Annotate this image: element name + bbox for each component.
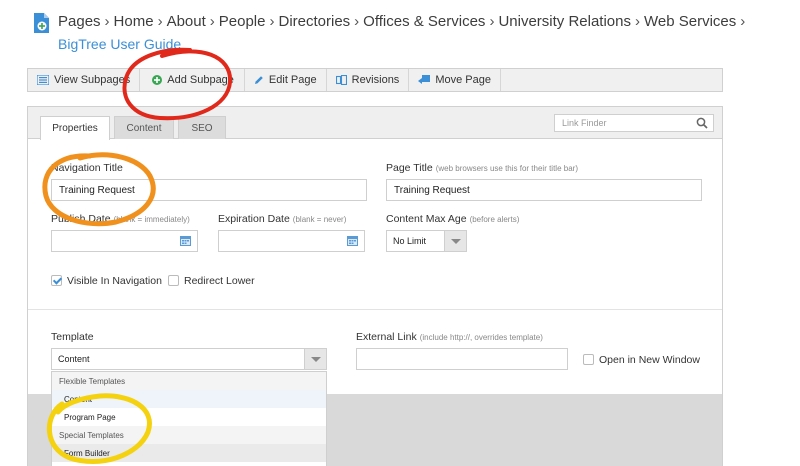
open-new-window-checkbox[interactable]: [583, 354, 594, 365]
breadcrumb-item[interactable]: Home: [114, 13, 154, 30]
link-finder-placeholder: Link Finder: [562, 118, 607, 128]
visible-in-nav-checkbox[interactable]: [51, 275, 62, 286]
page-add-icon: [34, 13, 49, 33]
external-link-label: External Link (include http://, overrides…: [356, 331, 543, 343]
tab-properties[interactable]: Properties: [40, 116, 110, 140]
revisions-button[interactable]: Revisions: [327, 69, 410, 91]
breadcrumb-item[interactable]: About: [167, 13, 206, 30]
dropdown-option-form-builder[interactable]: Form Builder: [52, 444, 326, 462]
template-label: Template: [51, 331, 94, 343]
content-max-age-label: Content Max Age (before alerts): [386, 213, 520, 225]
add-subpage-button[interactable]: Add Subpage: [140, 69, 245, 91]
page-title-value: Training Request: [394, 184, 470, 196]
tab-seo[interactable]: SEO: [178, 116, 226, 139]
breadcrumb-item[interactable]: University Relations: [498, 13, 631, 30]
dropdown-option-content[interactable]: Content: [52, 390, 326, 408]
external-link-field[interactable]: [356, 348, 568, 370]
breadcrumb: Pages › Home › About › People › Directories › Offi…: [58, 13, 778, 31]
nav-title-label: Navigation Title: [51, 162, 123, 174]
redirect-lower-label: Redirect Lower: [184, 275, 255, 287]
view-subpages-label: View Subpages: [54, 74, 131, 86]
nav-title-value: Training Request: [59, 184, 135, 196]
breadcrumb-separator: ›: [634, 13, 640, 30]
chevron-down-icon: [304, 349, 326, 369]
edit-page-label: Edit Page: [268, 74, 317, 86]
plus-circle-icon: [152, 75, 163, 85]
tab-bar: Properties Content SEO Link Finder: [28, 107, 722, 140]
pencil-icon: [254, 76, 263, 84]
edit-page-button[interactable]: Edit Page: [245, 69, 327, 91]
chevron-down-icon: [444, 231, 466, 251]
breadcrumb-item[interactable]: People: [219, 13, 266, 30]
nav-title-field[interactable]: Training Request: [51, 179, 367, 201]
template-select[interactable]: Content: [51, 348, 327, 370]
expiration-date-hint: (blank = never): [292, 215, 347, 224]
link-finder-input[interactable]: Link Finder: [554, 114, 714, 132]
expiration-date-label: Expiration Date (blank = never): [218, 213, 347, 225]
current-page-title[interactable]: BigTree User Guide: [58, 36, 181, 52]
view-subpages-button[interactable]: View Subpages: [28, 69, 141, 91]
move-page-label: Move Page: [435, 74, 491, 86]
breadcrumb-separator: ›: [489, 13, 495, 30]
publish-date-field[interactable]: [51, 230, 198, 252]
template-value: Content: [58, 354, 90, 364]
breadcrumb-item[interactable]: Offices & Services: [363, 13, 485, 30]
content-max-age-select[interactable]: No Limit: [386, 230, 467, 252]
search-icon: [696, 117, 708, 129]
tab-content[interactable]: Content: [114, 116, 174, 139]
breadcrumb-separator: ›: [209, 13, 215, 30]
breadcrumb-item[interactable]: Pages: [58, 13, 101, 30]
move-icon: [418, 75, 431, 84]
dropdown-option-program-page[interactable]: Program Page: [52, 408, 326, 426]
page-toolbar: View Subpages Add Subpage Edit Page Revi…: [27, 68, 723, 92]
list-icon: [37, 75, 49, 85]
page-title-field[interactable]: Training Request: [386, 179, 702, 201]
external-link-hint: (include http://, overrides template): [419, 333, 543, 342]
page-title-label: Page Title (web browsers use this for the…: [386, 162, 578, 174]
template-dropdown-list: Flexible Templates Content Program Page …: [51, 371, 327, 466]
revisions-icon: [335, 75, 347, 85]
section-divider: [28, 309, 722, 310]
breadcrumb-separator: ›: [740, 13, 746, 30]
add-subpage-label: Add Subpage: [167, 74, 234, 86]
breadcrumb-item[interactable]: Directories: [278, 13, 350, 30]
dropdown-group-label: Special Templates: [52, 426, 326, 444]
page-properties-panel: Properties Content SEO Link Finder Navig…: [27, 106, 723, 466]
calendar-icon[interactable]: [180, 236, 191, 246]
visible-in-nav-label: Visible In Navigation: [67, 275, 162, 287]
dropdown-group-label: Flexible Templates: [52, 372, 326, 390]
breadcrumb-item[interactable]: Web Services: [644, 13, 736, 30]
redirect-lower-checkbox[interactable]: [168, 275, 179, 286]
page-title-hint: (web browsers use this for their title b…: [435, 164, 578, 173]
expiration-date-field[interactable]: [218, 230, 365, 252]
breadcrumb-separator: ›: [269, 13, 275, 30]
publish-date-label: Publish Date (blank = immediately): [51, 213, 190, 225]
breadcrumb-separator: ›: [157, 13, 163, 30]
calendar-icon[interactable]: [347, 236, 358, 246]
breadcrumb-separator: ›: [354, 13, 360, 30]
content-max-age-hint: (before alerts): [469, 215, 520, 224]
revisions-label: Revisions: [351, 74, 400, 86]
breadcrumb-separator: ›: [104, 13, 110, 30]
publish-date-hint: (blank = immediately): [113, 215, 190, 224]
open-new-window-label: Open in New Window: [599, 354, 700, 366]
content-max-age-value: No Limit: [393, 236, 427, 246]
move-page-button[interactable]: Move Page: [409, 69, 501, 91]
